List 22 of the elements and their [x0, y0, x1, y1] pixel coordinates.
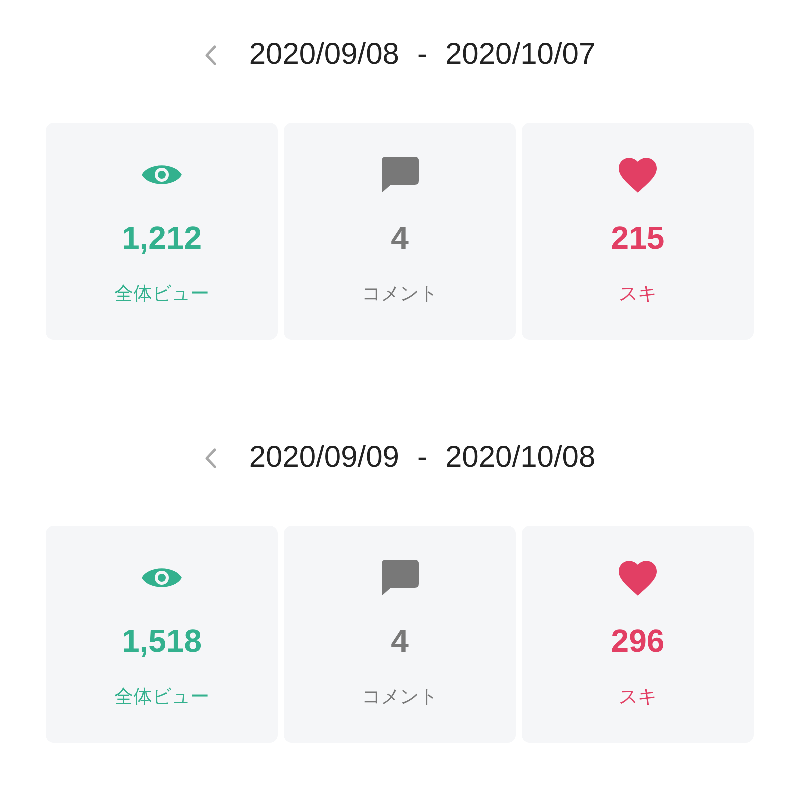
- previous-button[interactable]: [204, 44, 218, 66]
- end-date: 2020/10/07: [446, 38, 596, 72]
- stat-label: 全体ビュー: [114, 685, 210, 710]
- stat-label: コメント: [362, 282, 438, 307]
- stat-label: スキ: [619, 685, 657, 710]
- date-separator: -: [418, 38, 428, 72]
- stat-label: スキ: [619, 282, 657, 307]
- date-separator: -: [418, 441, 428, 475]
- chevron-left-icon: [204, 44, 218, 66]
- stat-value: 1,212: [122, 219, 202, 258]
- stat-label: 全体ビュー: [114, 282, 210, 307]
- stat-label: コメント: [362, 685, 438, 710]
- previous-button[interactable]: [204, 448, 218, 468]
- stat-value: 4: [391, 219, 409, 258]
- start-date: 2020/09/09: [249, 441, 400, 475]
- end-date: 2020/10/08: [446, 441, 596, 475]
- stat-value: 296: [611, 622, 665, 661]
- stat-value: 4: [391, 622, 409, 661]
- stat-value: 1,518: [122, 622, 202, 661]
- start-date: 2020/09/08: [249, 38, 400, 72]
- stat-value: 215: [611, 219, 665, 258]
- chevron-left-icon: [204, 448, 218, 468]
